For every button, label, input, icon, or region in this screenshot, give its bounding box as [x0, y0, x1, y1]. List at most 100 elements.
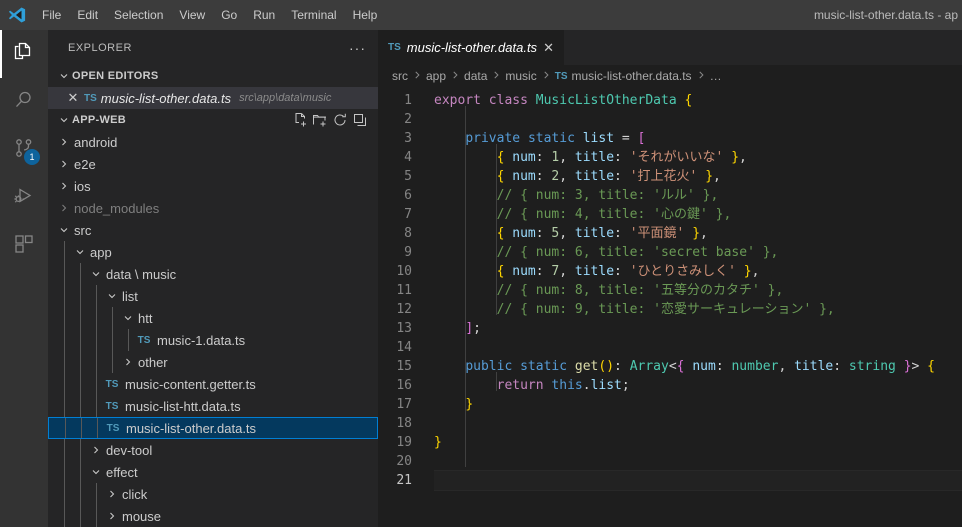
- chevron-right-icon[interactable]: [56, 180, 72, 192]
- code-content[interactable]: export class MusicListOtherData { privat…: [434, 87, 962, 527]
- code-line[interactable]: { num: 7, title: 'ひとりさみしく' },: [434, 262, 962, 281]
- chevron-right-icon[interactable]: [56, 136, 72, 148]
- code-line[interactable]: private static list = [: [434, 129, 962, 148]
- breadcrumb-item[interactable]: src: [392, 69, 408, 83]
- tree-folder-dev-tool[interactable]: dev-tool: [48, 439, 378, 461]
- tree-file-music-list-other-data-ts[interactable]: TS music-list-other.data.ts: [48, 417, 378, 439]
- code-line[interactable]: // { num: 4, title: '心の鍵' },: [434, 205, 962, 224]
- chevron-down-icon[interactable]: [88, 268, 104, 280]
- chevron-right-icon[interactable]: [56, 158, 72, 170]
- activity-item-search[interactable]: [0, 78, 48, 126]
- code-line[interactable]: public static get(): Array<{ num: number…: [434, 357, 962, 376]
- chevron-down-icon[interactable]: [88, 466, 104, 478]
- code-line[interactable]: }: [434, 433, 962, 452]
- code-line[interactable]: ];: [434, 319, 962, 338]
- chevron-right-icon[interactable]: [104, 510, 120, 522]
- tree-folder-list[interactable]: list: [48, 285, 378, 307]
- code-token: number: [731, 359, 779, 374]
- collapse-all-icon[interactable]: [352, 112, 368, 128]
- menu-selection[interactable]: Selection: [106, 4, 171, 26]
- menu-help[interactable]: Help: [345, 4, 386, 26]
- tab-close-icon[interactable]: ✕: [543, 40, 554, 56]
- code-line[interactable]: // { num: 3, title: 'ルル' },: [434, 186, 962, 205]
- code-line[interactable]: { num: 1, title: 'それがいいな' },: [434, 148, 962, 167]
- line-number: 14: [396, 340, 412, 355]
- code-line[interactable]: export class MusicListOtherData {: [434, 91, 962, 110]
- tree-folder-htt[interactable]: htt: [48, 307, 378, 329]
- activity-item-extensions[interactable]: [0, 222, 48, 270]
- chevron-right-icon[interactable]: [88, 444, 104, 456]
- code-line[interactable]: return this.list;: [434, 376, 962, 395]
- chevron-right-icon[interactable]: [120, 356, 136, 368]
- tree-folder-e2e[interactable]: e2e: [48, 153, 378, 175]
- code-token: :: [614, 264, 630, 279]
- code-editor[interactable]: 1 2 3 4 5 6 7 8 9 10 11 12 13 14 15 16 17 18 19 20 21 export…: [378, 87, 962, 527]
- new-file-icon[interactable]: [292, 112, 308, 128]
- tree-folder-node_modules[interactable]: node_modules: [48, 197, 378, 219]
- tree-folder-src[interactable]: src: [48, 219, 378, 241]
- chevron-down-icon[interactable]: [72, 246, 88, 258]
- activity-item-source-control[interactable]: 1: [0, 126, 48, 174]
- tree-folder-app[interactable]: app: [48, 241, 378, 263]
- tab-bar-filler: [564, 30, 962, 65]
- tree-folder-effect[interactable]: effect: [48, 461, 378, 483]
- breadcrumb-item[interactable]: music-list-other.data.ts: [572, 69, 692, 83]
- code-line[interactable]: [434, 470, 962, 491]
- menu-run[interactable]: Run: [245, 4, 283, 26]
- indent-guide: [64, 285, 65, 307]
- tree-file-music-1-data-ts[interactable]: TS music-1.data.ts: [48, 329, 378, 351]
- code-line[interactable]: // { num: 6, title: 'secret base' },: [434, 243, 962, 262]
- tree-file-music-content-getter-ts[interactable]: TS music-content.getter.ts: [48, 373, 378, 395]
- code-line[interactable]: [434, 338, 962, 357]
- code-line[interactable]: // { num: 8, title: '五等分のカタチ' },: [434, 281, 962, 300]
- tree-folder-click[interactable]: click: [48, 483, 378, 505]
- tree-file-music-list-htt-data-ts[interactable]: TS music-list-htt.data.ts: [48, 395, 378, 417]
- menu-go[interactable]: Go: [213, 4, 245, 26]
- activity-item-run-and-debug[interactable]: [0, 174, 48, 222]
- open-editor-path: src\app\data\music: [239, 92, 332, 104]
- code-line[interactable]: // { num: 9, title: '恋愛サーキュレーション' },: [434, 300, 962, 319]
- menu-edit[interactable]: Edit: [69, 4, 106, 26]
- indent-guide: [64, 505, 65, 527]
- chevron-down-icon[interactable]: [104, 290, 120, 302]
- code-line[interactable]: [434, 414, 962, 433]
- tree-folder-other[interactable]: other: [48, 351, 378, 373]
- indent-guide: [64, 483, 65, 505]
- section-open-editors[interactable]: OPEN EDITORS: [48, 65, 378, 87]
- breadcrumb-item[interactable]: app: [426, 69, 446, 83]
- menu-terminal[interactable]: Terminal: [283, 4, 344, 26]
- tab-music-list-other[interactable]: TS music-list-other.data.ts ✕: [378, 30, 565, 65]
- code-line[interactable]: }: [434, 395, 962, 414]
- close-icon[interactable]: ✕: [66, 90, 80, 106]
- breadcrumb-separator-icon: [412, 70, 422, 83]
- tree-folder-ios[interactable]: ios: [48, 175, 378, 197]
- menu-file[interactable]: File: [34, 4, 69, 26]
- tree-folder-mouse[interactable]: mouse: [48, 505, 378, 527]
- breadcrumb-item[interactable]: data: [464, 69, 487, 83]
- chevron-down-icon[interactable]: [56, 224, 72, 236]
- refresh-icon[interactable]: [332, 112, 348, 128]
- menu-view[interactable]: View: [171, 4, 213, 26]
- chevron-right-icon[interactable]: [56, 202, 72, 214]
- code-line[interactable]: { num: 5, title: '平面鏡' },: [434, 224, 962, 243]
- tree-folder-android[interactable]: android: [48, 131, 378, 153]
- code-token: // { num: 6, title: 'secret base' },: [434, 245, 779, 260]
- tree-folder-data-music[interactable]: data \ music: [48, 263, 378, 285]
- chevron-down-icon: [56, 70, 72, 82]
- code-token: :: [535, 169, 552, 184]
- activity-item-explorer[interactable]: [0, 30, 48, 78]
- code-token: ,: [559, 264, 575, 279]
- indent-guide: [64, 307, 65, 329]
- breadcrumb-item[interactable]: music: [505, 69, 536, 83]
- line-number: 20: [396, 454, 412, 469]
- breadcrumb-item[interactable]: …: [710, 69, 722, 83]
- chevron-right-icon[interactable]: [104, 488, 120, 500]
- chevron-down-icon[interactable]: [120, 312, 136, 324]
- code-line[interactable]: [434, 110, 962, 129]
- section-workspace[interactable]: APP-WEB: [48, 109, 378, 131]
- code-line[interactable]: [434, 452, 962, 471]
- open-editor-item[interactable]: ✕ TS music-list-other.data.ts src\app\da…: [48, 87, 378, 109]
- new-folder-icon[interactable]: [312, 112, 328, 128]
- code-line[interactable]: { num: 2, title: '打上花火' },: [434, 167, 962, 186]
- sidebar-more-actions-icon[interactable]: ···: [345, 41, 370, 55]
